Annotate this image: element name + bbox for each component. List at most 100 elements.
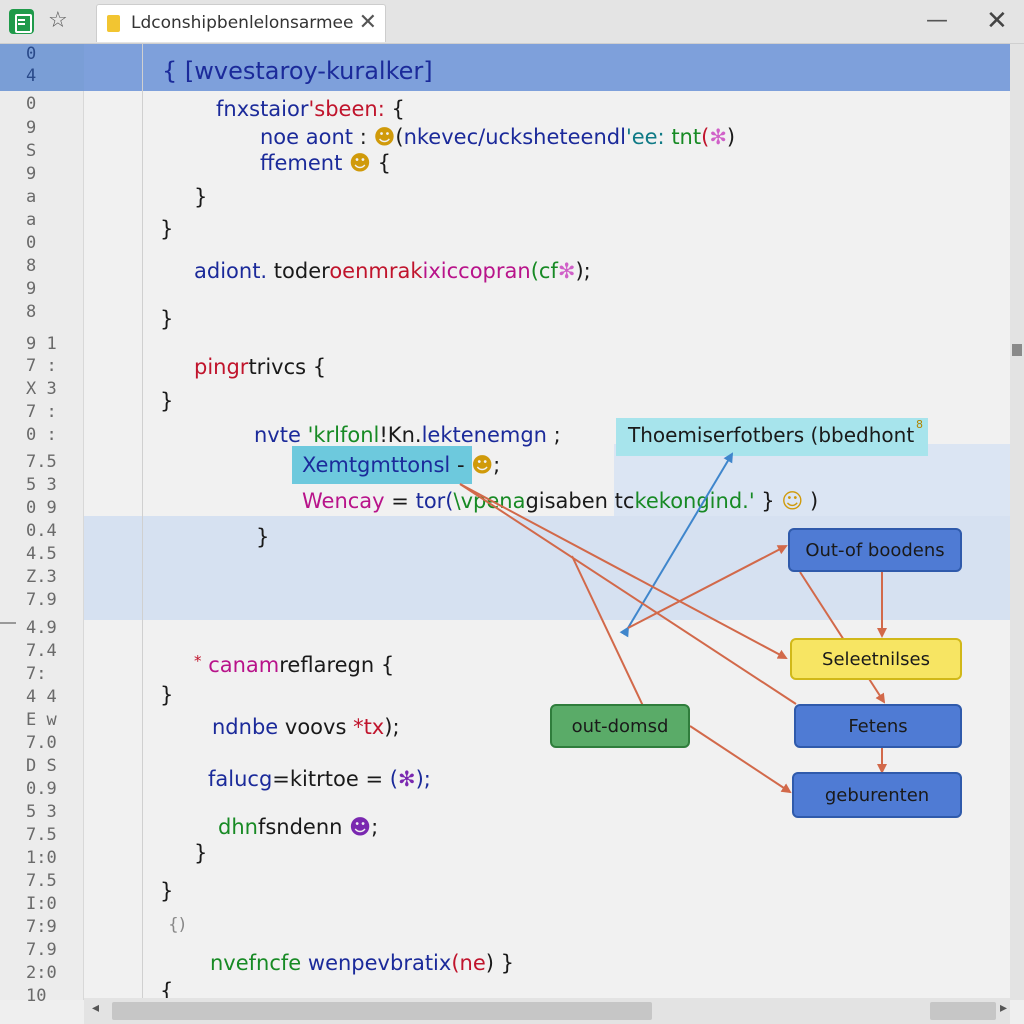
node-seleetnilses[interactable]: Seleetnilses (790, 638, 962, 680)
code-line-2[interactable]: fnxstaior'sbeen: { (216, 96, 405, 122)
code-editor[interactable]: { [wvestaroy-kuralker] fnxstaior'sbeen: … (84, 44, 1010, 1003)
line-number-text: 0 (26, 44, 37, 64)
line-number-text: D S (26, 756, 57, 776)
node-out-domsd[interactable]: out-domsd (550, 704, 690, 748)
code-line-3[interactable]: noe aont : ☻(nkevec/ucksheteendl'ee: tnt… (260, 124, 735, 150)
scroll-left-icon[interactable]: ◂ (92, 1000, 99, 1016)
line-number-text: 7 : (26, 402, 57, 422)
minimize-icon[interactable]: — (926, 8, 948, 34)
emoji-icon: ☻ (349, 151, 371, 175)
star-icon[interactable]: ☆ (48, 8, 68, 34)
line-number-text: 0 (26, 233, 37, 253)
line-number: 0.9 (0, 779, 84, 801)
line-number-text: 0 (26, 94, 37, 114)
line-number-text: 7.0 (26, 733, 57, 753)
code-line-18[interactable]: falucg=kitrtoe = (✻); (208, 766, 431, 792)
code-line-15[interactable]: * canamreflaregn { (194, 648, 394, 678)
line-number: 7: (0, 664, 84, 686)
line-number-text: 7.9 (26, 940, 57, 960)
line-number-text: 8 (26, 256, 37, 276)
line-number: 1:0 (0, 848, 84, 870)
code-line-23[interactable]: nvefncfe wenpevbratix(ne) } (210, 950, 514, 976)
emoji-icon: ☻ (471, 453, 494, 477)
spreadsheet-icon[interactable] (9, 9, 34, 34)
code-line-14[interactable]: } (256, 524, 269, 550)
line-number-text: 7:9 (26, 917, 57, 937)
line-number: 4.9 (0, 618, 84, 640)
code-line-13[interactable]: Wencay = tor(\vpenagisaben tckekongind.'… (302, 488, 818, 514)
line-number-text: 7.9 (26, 590, 57, 610)
node-fetens[interactable]: Fetens (794, 704, 962, 748)
line-number-text: 7.5 (26, 825, 57, 845)
emoji-icon: ☻ (349, 815, 372, 839)
scroll-right-icon[interactable]: ▸ (1000, 1000, 1007, 1016)
horizontal-scroll-thumb[interactable] (112, 1002, 652, 1020)
code-line-1[interactable]: { [wvestaroy-kuralker] (162, 58, 433, 84)
line-number: 8 (0, 302, 84, 324)
line-number: 0.4 (0, 521, 84, 543)
editor-tab[interactable]: Ldconshipbenlelonsarmee ✕ (96, 4, 386, 42)
tab-close-icon[interactable]: ✕ (359, 9, 377, 37)
line-number: X 3 (0, 379, 84, 401)
code-line-22[interactable]: {) (168, 912, 185, 938)
line-number: 7 : (0, 402, 84, 424)
line-number: I:0 (0, 894, 84, 916)
line-number-text: a (26, 210, 37, 230)
indent-guide (142, 44, 143, 1000)
vertical-scroll-thumb[interactable] (1012, 344, 1022, 356)
code-line-5[interactable]: } (194, 184, 207, 210)
code-line-10[interactable]: } (160, 388, 173, 414)
hint-badge: 8 (916, 418, 923, 431)
code-line-17[interactable]: ndnbe voovs *tx); (212, 714, 400, 740)
code-line-6[interactable]: } (160, 216, 173, 242)
code-line-20[interactable]: } (194, 840, 207, 866)
code-line-7[interactable]: adiont. toderoenmrakixiccopran(cf✻); (194, 258, 591, 284)
line-number: 7.5 (0, 452, 84, 474)
line-number: 0 9 (0, 498, 84, 520)
line-number-text: 7: (26, 664, 47, 684)
line-number: 7.5 (0, 871, 84, 893)
line-number-text: 7.5 (26, 452, 57, 472)
line-number: S (0, 141, 84, 163)
code-line-11[interactable]: nvte 'krlfonl!Kn.lektenemgn ; (254, 422, 561, 448)
line-number-text: 4.9 (26, 618, 57, 638)
line-number-text: 4 4 (26, 687, 57, 707)
line-number: 7.5 (0, 825, 84, 847)
line-number-text: 9 (26, 118, 37, 138)
line-number: 9 1 (0, 334, 84, 356)
code-line-12[interactable]: Xemtgmttonsl - ☻; (302, 452, 500, 478)
line-number: 9 (0, 164, 84, 186)
code-line-21[interactable]: } (160, 878, 173, 904)
line-number-text: Z.3 (26, 567, 57, 587)
line-number: D S (0, 756, 84, 778)
code-line-16[interactable]: } (160, 682, 173, 708)
line-number-text: 7.5 (26, 871, 57, 891)
line-number: 9 (0, 279, 84, 301)
autocomplete-hint-text: Thoemiserfotbers (bbedhont (628, 423, 915, 447)
line-number: E w (0, 710, 84, 732)
line-number: a (0, 187, 84, 209)
code-line-4[interactable]: ffement ☻ { (260, 150, 391, 176)
code-line-19[interactable]: dhnfsndenn ☻; (218, 814, 378, 840)
line-number: 4.5 (0, 544, 84, 566)
line-number: 5 3 (0, 475, 84, 497)
line-number: 7.9 (0, 940, 84, 962)
tab-bar: ☆ Ldconshipbenlelonsarmee ✕ — ✕ (0, 0, 1024, 44)
line-number-text: 0.9 (26, 779, 57, 799)
line-number-text: E w (26, 710, 57, 730)
line-number: 7.0 (0, 733, 84, 755)
code-line-9[interactable]: pingrtrivcs { (194, 354, 326, 380)
line-number-text: 9 (26, 164, 37, 184)
line-number: 2:0 (0, 963, 84, 985)
window-close-icon[interactable]: ✕ (986, 6, 1008, 36)
arrow-domsd-to-geburenten (689, 725, 792, 794)
emoji-icon: ☺ (781, 489, 804, 513)
code-line-8[interactable]: } (160, 306, 173, 332)
line-number: 7.9 (0, 590, 84, 612)
line-number-text: 5 3 (26, 802, 57, 822)
node-geburenten[interactable]: geburenten (792, 772, 962, 818)
emoji-icon: ☻ (373, 125, 396, 149)
vertical-scrollbar[interactable] (1010, 44, 1024, 1000)
horizontal-scroll-thumb-end[interactable] (930, 1002, 996, 1020)
node-out-of-boodens[interactable]: Out-of boodens (788, 528, 962, 572)
